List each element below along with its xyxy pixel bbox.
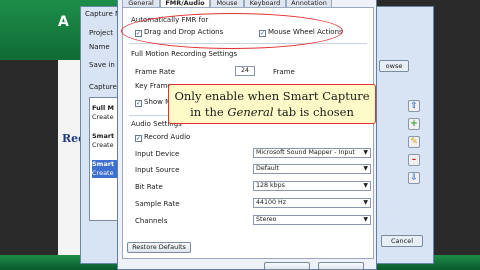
project-label: Project [89,29,113,37]
restore-defaults-button[interactable]: Restore Defaults [127,242,191,253]
ok-button[interactable] [264,262,310,270]
bit-rate-select[interactable]: 128 kbps ▼ [253,181,371,191]
callout-line-2: in the General tab is chosen [169,104,375,120]
channels-label: Channels [135,217,168,225]
browse-button[interactable]: owse [379,60,409,72]
frame-rate-input[interactable]: 24 [235,66,255,76]
callout-line-2-emphasis: General [227,105,274,119]
input-device-label: Input Device [135,150,180,158]
move-down-button[interactable]: ⇩ [408,172,420,184]
move-up-button[interactable]: ⇧ [408,100,420,112]
save-in-label: Save in [89,61,115,69]
channels-value: Stereo [256,216,277,223]
dialog-cancel-button[interactable] [318,262,364,270]
captures-label: Capture [89,83,117,91]
sample-rate-value: 44100 Hz [256,199,287,206]
chevron-down-icon: ▼ [363,149,368,156]
input-device-select[interactable]: Microsoft Sound Mapper - Input ▼ [253,148,371,158]
chevron-down-icon: ▼ [363,199,368,206]
sample-rate-label: Sample Rate [135,200,180,208]
name-label: Name [89,43,110,51]
input-source-select[interactable]: Default ▼ [253,164,371,174]
background-logo: A [58,14,69,30]
frame-rate-label: Frame Rate [135,68,176,76]
callout-line-2-post: tab is chosen [273,105,354,119]
bit-rate-value: 128 kbps [256,182,285,189]
bit-rate-label: Bit Rate [135,183,163,191]
sample-rate-select[interactable]: 44100 Hz ▼ [253,198,371,208]
add-button[interactable]: + [408,118,420,130]
record-audio-label: Record Audio [144,133,191,141]
chevron-down-icon: ▼ [363,182,368,189]
channels-select[interactable]: Stereo ▼ [253,215,371,225]
plus-icon: + [410,119,418,129]
edit-button[interactable]: ✎ [408,136,420,148]
up-arrow-icon: ⇧ [410,101,418,111]
fmr-settings-label: Full Motion Recording Settings [131,50,238,58]
chevron-down-icon: ▼ [363,216,368,223]
frame-rate-unit: Frame [273,68,295,76]
callout-annotation: Only enable when Smart Capture in the Ge… [168,84,376,124]
minus-icon: – [411,155,417,165]
record-audio-checkbox[interactable]: ✓ Record Audio [135,133,190,142]
highlight-ellipse [121,13,343,49]
callout-line-2-pre: in the [190,105,228,119]
input-source-value: Default [256,165,280,172]
callout-line-1: Only enable when Smart Capture [174,89,370,103]
down-arrow-icon: ⇩ [410,173,418,183]
cancel-button[interactable]: Cancel [381,235,423,247]
chevron-down-icon: ▼ [363,165,368,172]
input-device-value: Microsoft Sound Mapper - Input [256,149,355,156]
checkbox-check-icon: ✓ [135,100,142,107]
checkbox-check-icon: ✓ [135,135,142,142]
show-mouse-checkbox[interactable]: ✓ Show M [135,98,171,107]
input-source-label: Input Source [135,166,180,174]
remove-button[interactable]: – [408,154,420,166]
pencil-icon: ✎ [410,137,418,147]
